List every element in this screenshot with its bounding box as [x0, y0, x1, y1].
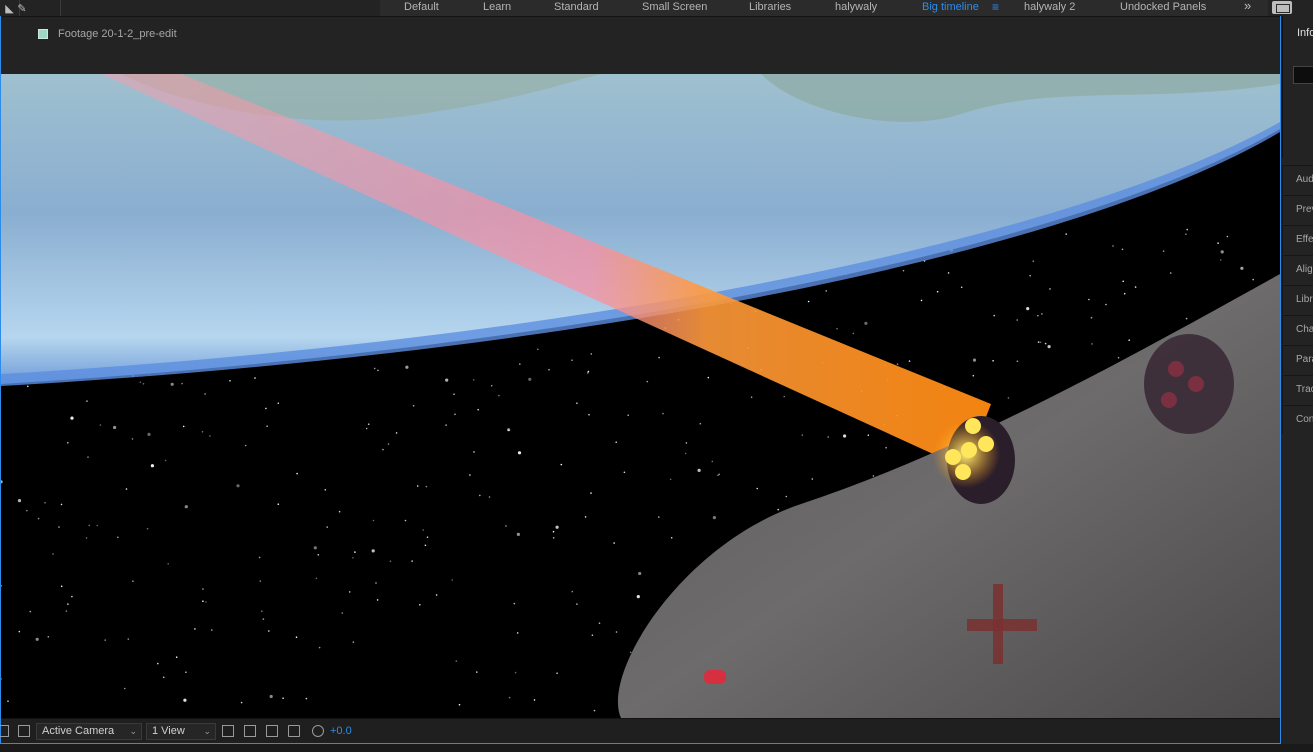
thruster-light [978, 436, 994, 452]
workspace-standard[interactable]: Standard [554, 0, 599, 16]
rear-thruster-light [1188, 376, 1204, 392]
workspace-big-timeline[interactable]: Big timeline [922, 0, 979, 16]
workspace-undocked-panels[interactable]: Undocked Panels [1120, 0, 1206, 16]
workspace-libraries[interactable]: Libraries [749, 0, 791, 16]
panel-content-aware-fill[interactable]: Content-Aware Fill [1282, 405, 1313, 434]
pin-tool-icon[interactable]: ✎ [12, 0, 32, 16]
view-layout-label: 1 View [152, 725, 185, 737]
thruster-light [955, 464, 971, 480]
chevron-down-icon: ⌄ [129, 726, 137, 736]
fast-previews-icon[interactable] [244, 725, 256, 737]
panel-paragraph-label: Paragraph [1296, 354, 1313, 365]
rear-thruster-light [1161, 392, 1177, 408]
panel-libraries-label: Libraries [1296, 294, 1313, 305]
composition-viewer-panel: Footage 20-1-2_pre-edit Active Camera ⌄ … [0, 16, 1281, 744]
search-help-icon[interactable] [1272, 1, 1292, 14]
camera-dropdown-label: Active Camera [42, 725, 115, 737]
transparency-grid-icon[interactable] [18, 725, 30, 737]
panel-character[interactable]: Character [1282, 315, 1313, 344]
workspace-halywaly-2[interactable]: halywaly 2 [1024, 0, 1075, 16]
workspace-tabs: Default Learn Standard Small Screen Libr… [380, 0, 1268, 16]
viewer-title[interactable]: Footage 20-1-2_pre-edit [58, 28, 177, 40]
panel-effects-label: Effects & Presets [1296, 234, 1313, 245]
camera-dropdown[interactable]: Active Camera ⌄ [36, 723, 142, 740]
workspace-small-screen[interactable]: Small Screen [642, 0, 707, 16]
rear-thruster-light [1168, 361, 1184, 377]
workspace-halywaly[interactable]: halywaly [835, 0, 877, 16]
view-layout-dropdown[interactable]: 1 View ⌄ [146, 723, 216, 740]
thruster-light [945, 449, 961, 465]
workspace-default[interactable]: Default [404, 0, 439, 16]
panel-tracker[interactable]: Tracker [1282, 375, 1313, 404]
region-of-interest-icon[interactable] [0, 725, 9, 737]
panel-content-aware-fill-label: Content-Aware Fill [1296, 414, 1313, 425]
thruster-light [961, 442, 977, 458]
comp-flowchart-icon[interactable] [288, 725, 300, 737]
info-panel: Info [1282, 16, 1313, 158]
viewer-footer-controls: Active Camera ⌄ 1 View ⌄ +0.0 [0, 718, 1280, 744]
panel-align[interactable]: Align [1282, 255, 1313, 284]
panel-audio[interactable]: Audio [1282, 165, 1313, 194]
timeline-icon[interactable] [266, 725, 278, 737]
reset-exposure-icon[interactable] [312, 725, 324, 737]
panel-libraries[interactable]: Libraries [1282, 285, 1313, 314]
info-color-swatch [1293, 66, 1313, 84]
panel-character-label: Character [1296, 324, 1313, 335]
footage-color-swatch [38, 29, 48, 39]
thruster-light [965, 418, 981, 434]
viewer-header: Footage 20-1-2_pre-edit [1, 16, 1280, 74]
toolbar-divider [60, 0, 61, 16]
toggle-pixel-aspect-icon[interactable] [222, 725, 234, 737]
panel-tracker-label: Tracker [1296, 384, 1313, 395]
panel-paragraph[interactable]: Paragraph [1282, 345, 1313, 374]
footage-frame [1, 74, 1280, 718]
workspace-learn[interactable]: Learn [483, 0, 511, 16]
right-panel-stack: Info Audio Preview Effects & Presets Ali… [1282, 16, 1313, 744]
chevron-down-icon: ⌄ [203, 726, 211, 736]
exposure-value[interactable]: +0.0 [330, 719, 352, 744]
panel-effects-presets[interactable]: Effects & Presets [1282, 225, 1313, 254]
workspace-menu-icon[interactable]: ≡ [992, 0, 999, 14]
workspace-overflow-icon[interactable]: » [1244, 0, 1251, 13]
panel-audio-label: Audio [1296, 174, 1313, 185]
hull-red-light [704, 670, 726, 684]
panel-align-label: Align [1296, 264, 1313, 275]
panel-preview-label: Preview [1296, 204, 1313, 215]
bottom-strip [0, 744, 1313, 752]
panel-preview[interactable]: Preview [1282, 195, 1313, 224]
viewer-canvas[interactable] [1, 74, 1280, 718]
info-panel-tab[interactable]: Info [1297, 27, 1313, 39]
workspace-bar: ◣ ✎ Default Learn Standard Small Screen … [0, 0, 1313, 16]
